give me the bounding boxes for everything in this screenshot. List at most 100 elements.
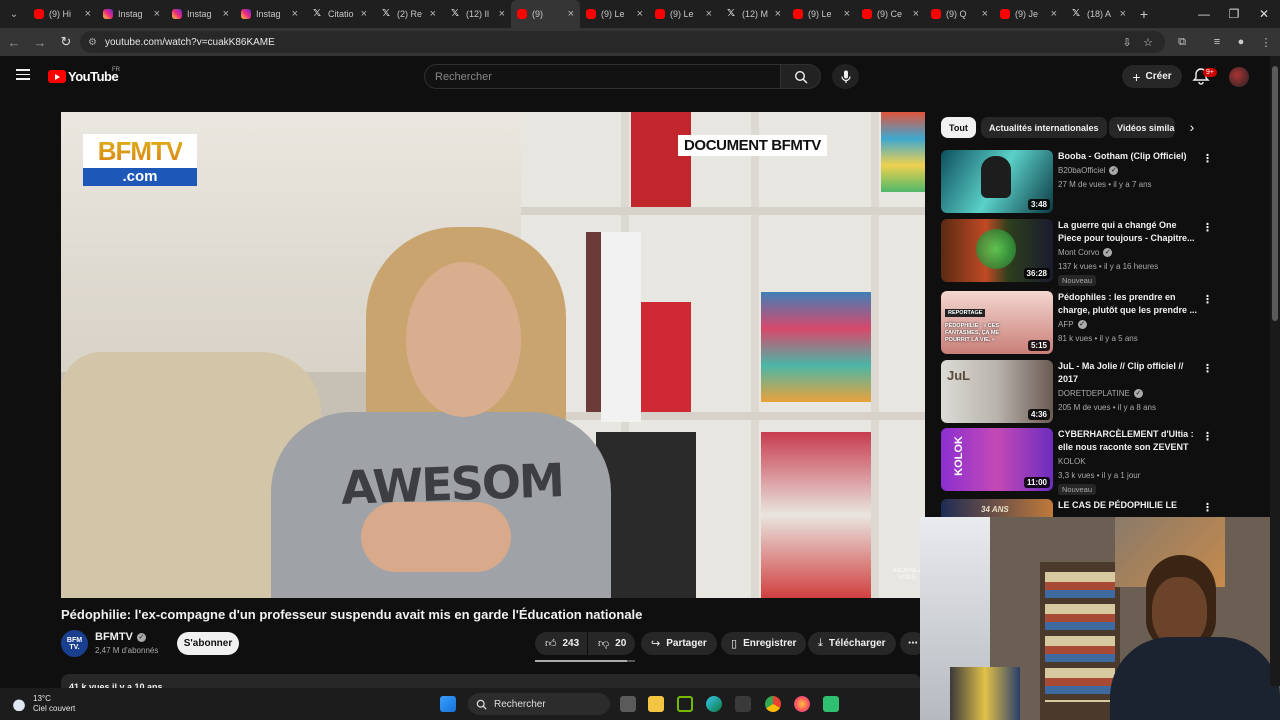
scrollbar-thumb[interactable] bbox=[1272, 66, 1278, 321]
browser-tab[interactable]: (9) Hi × bbox=[28, 0, 97, 28]
browser-tab[interactable]: (9) Le × bbox=[787, 0, 856, 28]
forward-arrow-icon[interactable]: → bbox=[28, 30, 52, 54]
close-tab-icon[interactable]: × bbox=[361, 8, 367, 20]
video-thumbnail[interactable]: 3:48 bbox=[941, 150, 1053, 213]
rec-channel-row[interactable]: B20baOfficiel ✓ bbox=[1058, 166, 1119, 176]
rec-channel[interactable]: Mont Corvo bbox=[1058, 248, 1099, 257]
chip-actualites-internationales[interactable]: Actualités internationales bbox=[981, 117, 1107, 138]
extensions-icon[interactable]: ⧉ bbox=[1173, 33, 1191, 51]
video-thumbnail[interactable]: 36:28 bbox=[941, 219, 1053, 282]
rec-channel[interactable]: DORETDEPLATINE bbox=[1058, 389, 1130, 398]
rec-channel[interactable]: B20baOfficiel bbox=[1058, 166, 1105, 175]
nvidia-icon[interactable] bbox=[677, 696, 693, 712]
browser-menu-icon[interactable]: ⋮ bbox=[1257, 33, 1275, 51]
close-tab-icon[interactable]: × bbox=[775, 8, 781, 20]
close-tab-icon[interactable]: × bbox=[913, 8, 919, 20]
browser-tab[interactable]: 𝕏 (2) Re × bbox=[373, 0, 442, 28]
browser-tab[interactable]: (9) Je × bbox=[994, 0, 1063, 28]
close-tab-icon[interactable]: × bbox=[844, 8, 850, 20]
chip-tout[interactable]: Tout bbox=[941, 117, 976, 138]
close-tab-icon[interactable]: × bbox=[706, 8, 712, 20]
reading-list-icon[interactable]: ≡ bbox=[1208, 33, 1226, 51]
address-bar[interactable]: ⚙ youtube.com/watch?v=cuakK86KAME bbox=[80, 31, 1165, 53]
rec-title[interactable]: La guerre qui a changé One Piece pour to… bbox=[1058, 219, 1198, 245]
video-thumbnail[interactable]: KOLOK 11:00 bbox=[941, 428, 1053, 491]
chevron-right-icon[interactable]: › bbox=[1184, 119, 1200, 135]
close-tab-icon[interactable]: × bbox=[499, 8, 505, 20]
search-button[interactable] bbox=[781, 64, 821, 89]
rec-title[interactable]: Booba - Gotham (Clip Officiel) bbox=[1058, 150, 1198, 163]
browser-tab[interactable]: (9) Ce × bbox=[856, 0, 925, 28]
rec-channel[interactable]: KOLOK bbox=[1058, 457, 1086, 466]
close-tab-icon[interactable]: × bbox=[982, 8, 988, 20]
close-tab-icon[interactable]: × bbox=[430, 8, 436, 20]
page-scrollbar[interactable] bbox=[1270, 56, 1280, 686]
close-tab-icon[interactable]: × bbox=[637, 8, 643, 20]
site-info-icon[interactable]: ⚙ bbox=[88, 37, 97, 48]
file-explorer-icon[interactable] bbox=[648, 696, 664, 712]
tab-search-chevron-icon[interactable]: ⌄ bbox=[0, 0, 28, 28]
rec-channel-row[interactable]: Mont Corvo ✓ bbox=[1058, 248, 1113, 258]
rec-channel[interactable]: AFP bbox=[1058, 320, 1074, 329]
rec-title[interactable]: Pédophiles : les prendre en charge, plut… bbox=[1058, 291, 1198, 317]
maximize-icon[interactable]: ❐ bbox=[1218, 0, 1250, 28]
task-view-icon[interactable] bbox=[620, 696, 636, 712]
more-vertical-icon[interactable]: ⋮ bbox=[1202, 430, 1213, 443]
more-vertical-icon[interactable]: ⋮ bbox=[1202, 501, 1213, 514]
browser-tab[interactable]: 𝕏 (12) Il × bbox=[442, 0, 511, 28]
edge-browser-icon[interactable] bbox=[706, 696, 722, 712]
search-input[interactable]: Rechercher bbox=[424, 64, 781, 89]
rec-title[interactable]: CYBERHARCÈLEMENT d'Ultia : elle nous rac… bbox=[1058, 428, 1198, 454]
hamburger-menu-icon[interactable] bbox=[16, 69, 30, 80]
profile-icon[interactable]: ● bbox=[1232, 33, 1250, 51]
browser-tab[interactable]: Instag × bbox=[235, 0, 304, 28]
browser-tab[interactable]: (9) Le × bbox=[580, 0, 649, 28]
rec-title[interactable]: JuL - Ma Jolie // Clip officiel // 2017 bbox=[1058, 360, 1198, 386]
create-button[interactable]: + Créer bbox=[1122, 65, 1182, 88]
browser-tab[interactable]: (9) Q × bbox=[925, 0, 994, 28]
video-thumbnail[interactable]: JuL 4:36 bbox=[941, 360, 1053, 423]
recommendation-item[interactable]: REPORTAGE PÉDOPHILIE : « CES FANTASMES, … bbox=[941, 291, 1213, 355]
account-avatar[interactable] bbox=[1229, 67, 1249, 87]
windows-start-icon[interactable] bbox=[440, 696, 456, 712]
browser-tab[interactable]: (9) × bbox=[511, 0, 580, 28]
reload-icon[interactable]: ↻ bbox=[54, 30, 78, 54]
subscribe-button[interactable]: S'abonner bbox=[177, 632, 239, 655]
recommendation-item[interactable]: 36:28 La guerre qui a changé One Piece p… bbox=[941, 219, 1213, 286]
close-tab-icon[interactable]: × bbox=[1051, 8, 1057, 20]
voice-search-button[interactable] bbox=[832, 64, 859, 89]
close-tab-icon[interactable]: × bbox=[292, 8, 298, 20]
browser-tab[interactable]: 𝕏 Citatio × bbox=[304, 0, 373, 28]
download-button[interactable]: ⤓ Télécharger bbox=[808, 632, 896, 655]
close-tab-icon[interactable]: × bbox=[223, 8, 229, 20]
browser-tab[interactable]: (9) Le × bbox=[649, 0, 718, 28]
like-button[interactable]: 👍︎ 243 bbox=[535, 632, 587, 655]
dislike-button[interactable]: 👎︎ 20 bbox=[588, 632, 635, 655]
weather-widget[interactable]: 13°C Ciel couvert bbox=[10, 694, 75, 714]
recommendation-item[interactable]: KOLOK 11:00 CYBERHARCÈLEMENT d'Ultia : e… bbox=[941, 428, 1213, 495]
browser-tab[interactable]: Instag × bbox=[166, 0, 235, 28]
youtube-logo[interactable]: YouTube bbox=[48, 69, 119, 84]
channel-name-row[interactable]: BFMTV ✓ bbox=[95, 631, 146, 643]
new-tab-button[interactable]: + bbox=[1132, 6, 1156, 22]
browser-tab[interactable]: 𝕏 (18) A × bbox=[1063, 0, 1132, 28]
close-window-icon[interactable]: ✕ bbox=[1248, 0, 1280, 28]
close-tab-icon[interactable]: × bbox=[1120, 8, 1126, 20]
save-button[interactable]: ▯ Enregistrer bbox=[721, 632, 807, 655]
browser-tab[interactable]: Instag × bbox=[97, 0, 166, 28]
close-tab-icon[interactable]: × bbox=[568, 8, 574, 20]
more-vertical-icon[interactable]: ⋮ bbox=[1202, 362, 1213, 375]
app-icon[interactable] bbox=[823, 696, 839, 712]
more-vertical-icon[interactable]: ⋮ bbox=[1202, 293, 1213, 306]
close-tab-icon[interactable]: × bbox=[85, 8, 91, 20]
more-vertical-icon[interactable]: ⋮ bbox=[1202, 152, 1213, 165]
browser-tab[interactable]: 𝕏 (12) M × bbox=[718, 0, 787, 28]
back-arrow-icon[interactable]: ← bbox=[2, 30, 26, 54]
microsoft-store-icon[interactable] bbox=[735, 696, 751, 712]
channel-name[interactable]: BFMTV bbox=[95, 631, 133, 643]
taskbar-search[interactable]: Rechercher bbox=[468, 693, 610, 715]
chrome-icon[interactable] bbox=[765, 696, 781, 712]
channel-avatar[interactable]: BFM TV. bbox=[61, 630, 88, 657]
share-button[interactable]: ↪ Partager bbox=[641, 632, 717, 655]
close-tab-icon[interactable]: × bbox=[154, 8, 160, 20]
